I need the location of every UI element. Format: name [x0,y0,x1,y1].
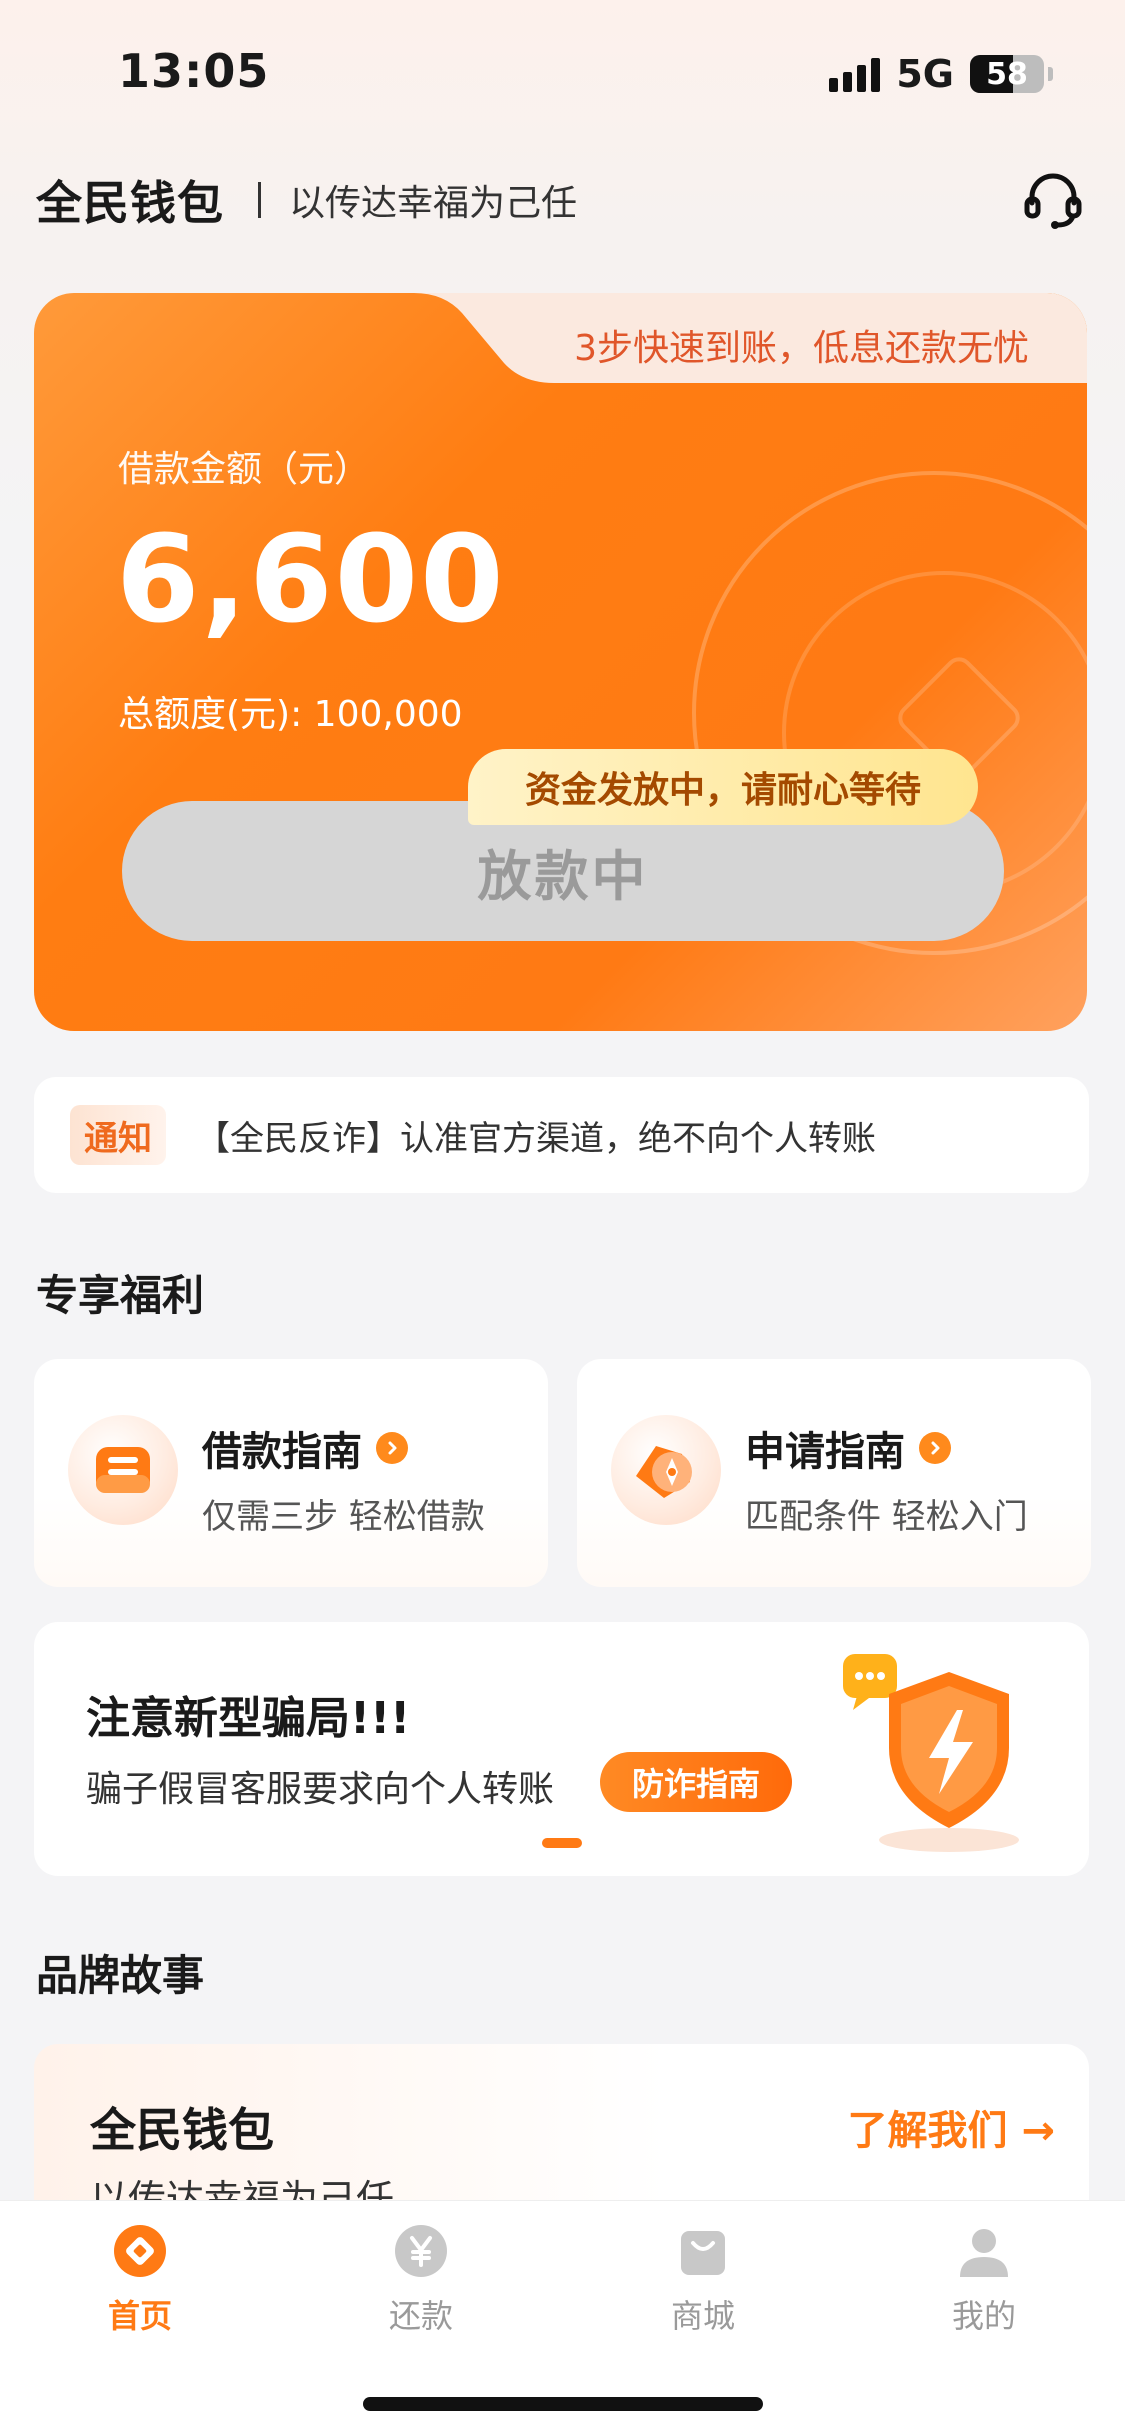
loan-guide-title: 借款指南 [202,1419,408,1477]
network-type: 5G [896,52,954,96]
apply-guide-title: 申请指南 [745,1419,951,1477]
shield-icon [839,1648,1039,1858]
tab-mall-label: 商城 [670,2297,735,2335]
total-limit: 总额度(元): 100,000 [118,694,463,735]
battery-tip [1048,67,1053,81]
loan-amount-value: 6,600 [116,511,506,650]
tab-home-label: 首页 [107,2297,172,2335]
header-divider [258,182,261,218]
anti-fraud-guide-button[interactable]: 防诈指南 [600,1752,792,1812]
person-icon [954,2221,1014,2281]
apply-guide-subtitle: 匹配条件 轻松入门 [745,1497,1028,1537]
status-time: 13:05 [118,44,270,98]
brand-slogan: 以传达幸福为己任 [289,183,578,224]
headset-icon[interactable] [1017,164,1089,236]
fraud-warning-banner[interactable]: 注意新型骗局!!! 骗子假冒客服要求向个人转账 防诈指南 [34,1622,1089,1876]
apply-guide-card[interactable]: 申请指南 匹配条件 轻松入门 [577,1359,1091,1587]
tab-mine-label: 我的 [951,2297,1016,2335]
section-title-benefits: 专享福利 [36,1271,205,1320]
app-header: 全民钱包 以传达幸福为己任 [36,165,1089,235]
disbursement-status-bubble: 资金发放中，请耐心等待 [468,749,978,825]
tab-mall[interactable]: 商城 [633,2221,773,2337]
tab-home[interactable]: 首页 [70,2221,210,2337]
brand-name: 全民钱包 [36,176,224,230]
promo-text: 3步快速到账，低息还款无忧 [574,328,1029,369]
apply-guide-label: 申请指南 [745,1429,905,1475]
notice-tag: 通知 [70,1105,166,1165]
loan-guide-label: 借款指南 [202,1429,362,1475]
home-icon [110,2221,170,2281]
chevron-right-icon [376,1432,408,1464]
battery-icon: 58 [970,55,1044,93]
signal-icon [829,56,881,92]
notice-bar[interactable]: 通知 【全民反诈】认准官方渠道，绝不向个人转账 [34,1077,1089,1193]
loan-guide-subtitle: 仅需三步 轻松借款 [202,1497,485,1537]
notice-text: 【全民反诈】认准官方渠道，绝不向个人转账 [196,1118,876,1159]
compass-icon [611,1415,721,1525]
fraud-warning-subtitle: 骗子假冒客服要求向个人转账 [86,1769,555,1810]
chevron-right-icon [919,1432,951,1464]
loan-amount-label: 借款金额（元） [118,449,371,490]
status-bar: 13:05 5G 58 [0,0,1125,150]
fraud-warning-title: 注意新型骗局!!! [86,1693,411,1744]
loan-guide-card[interactable]: 借款指南 仅需三步 轻松借款 [34,1359,548,1587]
carousel-indicator [542,1838,582,1848]
about-us-link[interactable]: 了解我们 → [848,2098,1055,2156]
tab-mine[interactable]: 我的 [914,2221,1054,2337]
loan-guide-icon [68,1415,178,1525]
tab-repay-label: 还款 [388,2297,453,2335]
home-indicator [363,2397,763,2411]
battery-percent: 58 [986,56,1028,92]
status-indicators: 5G 58 [829,52,1053,96]
brand-story-title: 全民钱包 [90,2103,274,2157]
loan-card: 3步快速到账，低息还款无忧 借款金额（元） 6,600 总额度(元): 100,… [34,293,1087,1031]
tab-repay[interactable]: 还款 [351,2221,491,2337]
section-title-brand-story: 品牌故事 [36,1951,205,2000]
yen-coin-icon [391,2221,451,2281]
loan-card-body: 3步快速到账，低息还款无忧 借款金额（元） 6,600 总额度(元): 100,… [34,293,1087,1031]
shopping-bag-icon [673,2221,733,2281]
